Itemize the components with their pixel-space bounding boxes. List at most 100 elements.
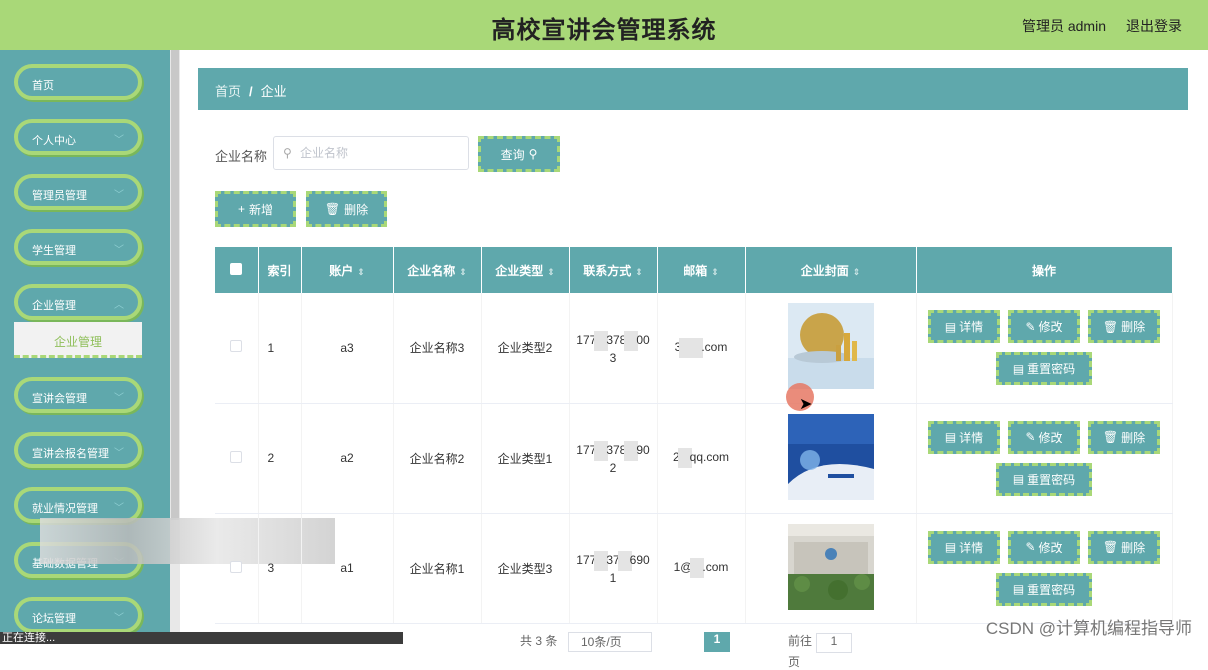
breadcrumb-home[interactable]: 首页 [215,84,241,99]
phone-part: 378 [606,443,627,458]
edit-button[interactable]: ✎ 修改 [1008,530,1080,564]
header-company-type[interactable]: 企业类型 ⇕ [481,247,570,293]
table-row: 1 a3 企业名称3 企业类型2 177 378 00 3 3 .com ▤ 详情 ✎ 修改… [215,293,1173,404]
sort-icon[interactable]: ⇕ [853,267,861,277]
goto-input[interactable]: 1 [816,633,853,653]
reset-password-button[interactable]: ▤ 重置密码 [996,352,1092,386]
delete-label: 删除 [1121,430,1146,445]
sidebar-item-admin-manage[interactable]: 管理员管理 ﹀ [14,174,142,210]
header-cover[interactable]: 企业封面 ⇕ [745,247,917,293]
cell-cover [745,293,917,404]
header-account[interactable]: 账户 ⇕ [301,247,394,293]
sort-icon[interactable]: ⇕ [635,267,643,277]
scrollbar-thumb[interactable] [171,50,179,520]
pencil-icon: ✎ [1025,540,1036,554]
sort-icon[interactable]: ⇕ [711,267,719,277]
trash-icon: 🗑 [1102,319,1119,334]
row-select-cell[interactable] [215,403,259,514]
header-email[interactable]: 邮箱 ⇕ [657,247,746,293]
chevron-down-icon: ﹀ [114,448,124,459]
row-select-cell[interactable] [215,513,259,624]
header-label: 账户 [329,263,354,278]
email-part: qq.com [689,450,730,465]
delete-label: 删除 [1121,540,1146,555]
select-all-checkbox[interactable] [230,262,243,275]
watermark: CSDN @计算机编程指导师 [985,619,1192,638]
current-user: 管理员 admin [1021,18,1106,34]
phone-part: 177 [576,332,597,347]
cell-index: 2 [258,403,302,514]
document-icon: ▤ [944,430,957,444]
phone-part: 00 [636,332,650,347]
cell-company-name: 企业名称1 [393,513,482,624]
header-company-name[interactable]: 企业名称 ⇕ [393,247,482,293]
sort-icon[interactable]: ⇕ [547,267,555,277]
sidebar-item-seminar-signup[interactable]: 宣讲会报名管理 ﹀ [14,432,142,468]
detail-label: 详情 [959,430,984,445]
company-cover-image[interactable] [787,413,874,500]
chevron-down-icon: ﹀ [114,503,124,514]
cell-cover [745,513,917,624]
sort-icon[interactable]: ⇕ [459,267,467,277]
pencil-icon: ✎ [1025,430,1036,444]
sidebar-item-student-manage[interactable]: 学生管理 ﹀ [14,229,142,265]
reset-password-button[interactable]: ▤ 重置密码 [996,462,1092,496]
header-label: 邮箱 [683,263,708,278]
query-label: 查询 [500,147,525,162]
row-checkbox[interactable] [230,450,243,463]
query-button[interactable]: 查询 ⚲ [478,136,560,172]
search-icon: ⚲ [283,146,292,160]
cell-email: 1@ .com [657,513,746,624]
cell-cover [745,403,917,514]
company-cover-image[interactable] [787,523,874,610]
row-checkbox[interactable] [230,560,243,573]
detail-button[interactable]: ▤ 详情 [928,420,1000,454]
cell-operations: ▤ 详情 ✎ 修改 🗑 删除 ▤ 重置密码 [916,403,1173,514]
header-contact[interactable]: 联系方式 ⇕ [569,247,658,293]
phone-part: 177 [576,443,597,458]
company-cover-image[interactable] [787,303,874,390]
sidebar-item-company-manage[interactable]: 企业管理 ︿ [14,284,142,320]
batch-delete-button[interactable]: 🗑 删除 [306,191,387,227]
sidebar-item-personal-center[interactable]: 个人中心 ﹀ [14,119,142,155]
add-label: 新增 [249,202,274,217]
chevron-down-icon: ﹀ [114,135,124,146]
search-input[interactable] [300,143,460,163]
delete-button[interactable]: 🗑 删除 [1088,530,1160,564]
delete-button[interactable]: 🗑 删除 [1088,420,1160,454]
sidebar-item-forum[interactable]: 论坛管理 ﹀ [14,597,142,633]
plus-icon: + [237,202,245,216]
row-select-cell[interactable] [215,293,259,404]
cell-company-type: 企业类型3 [481,513,570,624]
pagination-page-current[interactable]: 1 [704,632,730,652]
sidebar-item-label: 企业管理 [32,300,76,312]
delete-button[interactable]: 🗑 删除 [1088,310,1160,344]
breadcrumb-separator: / [249,84,253,99]
edit-button[interactable]: ✎ 修改 [1008,420,1080,454]
phone-part: 378 [606,332,627,347]
edit-label: 修改 [1038,320,1063,335]
detail-button[interactable]: ▤ 详情 [928,310,1000,344]
sort-icon[interactable]: ⇕ [357,267,365,277]
header-select-all[interactable] [215,247,259,293]
trash-icon: 🗑 [1102,540,1119,554]
add-button[interactable]: + 新增 [215,191,296,227]
detail-button[interactable]: ▤ 详情 [928,530,1000,564]
header-label: 联系方式 [583,263,632,278]
document-icon: ▤ [944,319,957,334]
sidebar-subitem-company[interactable]: 企业管理 [14,322,142,358]
reset-password-button[interactable]: ▤ 重置密码 [996,572,1092,606]
search-input-wrapper[interactable]: ⚲ [273,136,469,170]
page-unit: 页 [788,655,801,669]
breadcrumb-current: 企业 [260,84,287,99]
cell-company-name: 企业名称3 [393,293,482,404]
phone-part: 90 [636,443,650,458]
row-checkbox[interactable] [230,340,243,353]
page-size-select[interactable]: 10条/页 [568,632,652,652]
logout-link[interactable]: 退出登录 [1126,16,1182,36]
edit-button[interactable]: ✎ 修改 [1008,310,1080,344]
sidebar-item-home[interactable]: 首页 [14,64,142,100]
sidebar-item-seminar-manage[interactable]: 宣讲会管理 ﹀ [14,377,142,413]
search-label: 企业名称 [215,149,268,164]
cell-account: a2 [301,403,394,514]
